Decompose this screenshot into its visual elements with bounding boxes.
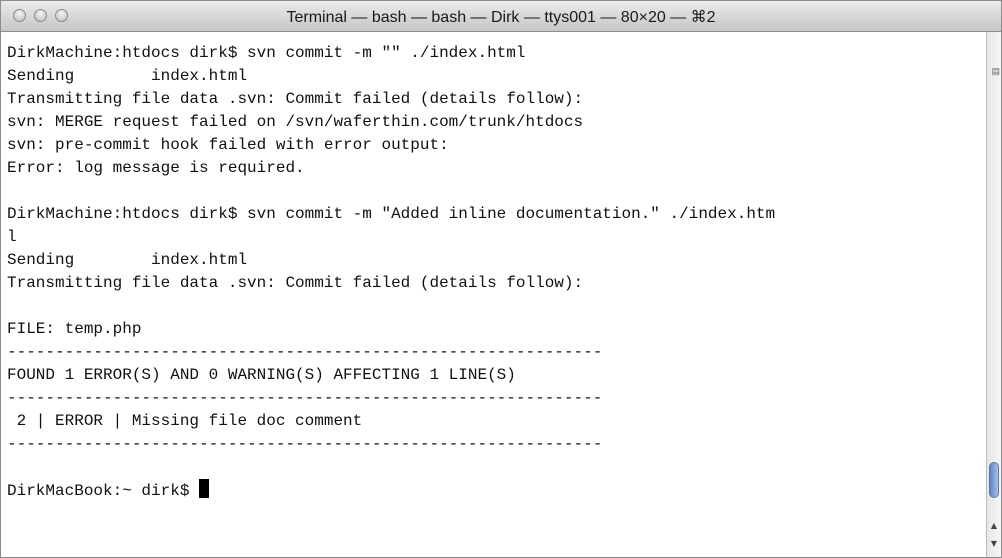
terminal-line: svn: MERGE request failed on /svn/wafert… [7,113,584,131]
terminal-line: Error: log message is required. [7,159,305,177]
terminal-window: Terminal — bash — bash — Dirk — ttys001 … [0,0,1002,558]
window-title: Terminal — bash — bash — Dirk — ttys001 … [286,9,716,26]
split-handle-icon[interactable]: ▤ [991,66,1000,77]
terminal-line: ----------------------------------------… [7,389,603,407]
terminal-line: ----------------------------------------… [7,435,603,453]
terminal-line: FOUND 1 ERROR(S) AND 0 WARNING(S) AFFECT… [7,366,516,384]
vertical-scrollbar[interactable]: ▤ ▲ ▼ [986,32,1001,557]
terminal-line: Sending index.html [7,67,248,85]
scroll-down-arrow-icon[interactable]: ▼ [987,535,1001,553]
terminal-line: Transmitting file data .svn: Commit fail… [7,274,584,292]
prompt-line[interactable]: DirkMacBook:~ dirk$ [7,479,985,502]
shell-prompt: DirkMacBook:~ dirk$ [7,482,200,500]
terminal-line: svn: pre-commit hook failed with error o… [7,136,449,154]
terminal-line: FILE: temp.php [7,320,142,338]
text-cursor [199,479,210,498]
terminal-line: Transmitting file data .svn: Commit fail… [7,90,584,108]
title-bar[interactable]: Terminal — bash — bash — Dirk — ttys001 … [1,1,1001,32]
terminal-line: DirkMachine:htdocs dirk$ svn commit -m "… [7,205,776,223]
terminal-line: 2 | ERROR | Missing file doc comment [7,412,363,430]
scroll-up-arrow-icon[interactable]: ▲ [987,517,1001,535]
terminal-line: ----------------------------------------… [7,343,603,361]
terminal-line: Sending index.html [7,251,248,269]
terminal-output[interactable]: DirkMachine:htdocs dirk$ svn commit -m "… [1,32,985,557]
terminal-line: DirkMachine:htdocs dirk$ svn commit -m "… [7,44,526,62]
terminal-line: l [7,228,17,246]
scroll-thumb[interactable] [989,462,999,498]
